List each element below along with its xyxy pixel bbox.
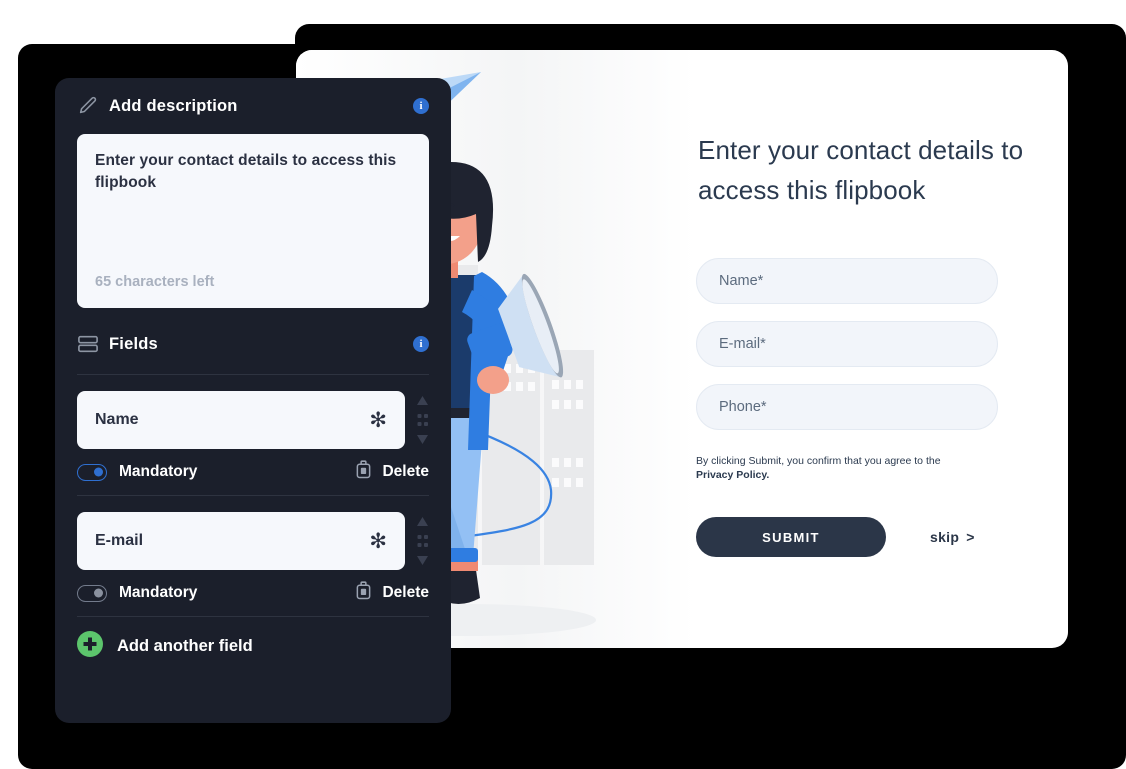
skip-button[interactable]: skip > xyxy=(930,529,975,545)
field-name-value: E-mail xyxy=(95,532,144,549)
privacy-policy-link[interactable]: Privacy Policy. xyxy=(696,469,769,481)
fields-section-header: Fields i xyxy=(77,314,429,374)
description-info-icon[interactable]: i xyxy=(413,98,429,114)
chevron-right-icon: > xyxy=(966,529,975,545)
preview-title: Enter your contact details to access thi… xyxy=(698,135,1024,205)
preview-name-input[interactable]: Name* xyxy=(696,258,998,304)
field-name-value: Name xyxy=(95,411,139,428)
preview-email-input[interactable]: E-mail* xyxy=(696,321,998,367)
toggle-knob xyxy=(94,588,103,598)
field-meta-row: Mandatory Delete xyxy=(77,449,429,495)
field-email-input[interactable]: E-mail ✻ xyxy=(77,512,405,570)
trash-icon xyxy=(355,581,372,605)
drag-handle-icon[interactable] xyxy=(415,394,429,446)
description-value: Enter your contact details to access thi… xyxy=(95,152,397,191)
field-divider xyxy=(77,495,429,496)
delete-field-button[interactable]: Delete xyxy=(355,581,429,605)
drag-handle-icon[interactable] xyxy=(415,515,429,567)
plus-circle-icon xyxy=(77,630,103,662)
character-counter: 65 characters left xyxy=(95,274,215,290)
field-name-input[interactable]: Name ✻ xyxy=(77,391,405,449)
skip-label: skip xyxy=(930,529,960,545)
mandatory-label: Mandatory xyxy=(119,584,198,601)
description-section-title: Add description xyxy=(109,96,238,115)
mandatory-toggle[interactable] xyxy=(77,463,107,481)
required-marker: ✻ xyxy=(369,529,387,553)
preview-form-column: Enter your contact details to access thi… xyxy=(696,50,1068,648)
description-textarea[interactable]: Enter your contact details to access thi… xyxy=(77,134,429,308)
privacy-notice: By clicking Submit, you confirm that you… xyxy=(696,454,964,482)
fields-divider-top xyxy=(77,374,429,375)
fields-info-icon[interactable]: i xyxy=(413,336,429,352)
screenshot-stage: Enter your contact details to access thi… xyxy=(0,0,1126,769)
privacy-notice-text: By clicking Submit, you confirm that you… xyxy=(696,455,941,467)
mandatory-toggle[interactable] xyxy=(77,584,107,602)
required-marker: ✻ xyxy=(369,408,387,432)
trash-icon xyxy=(355,460,372,484)
preview-input-stack: Name* E-mail* Phone* xyxy=(696,258,998,430)
add-another-field-label: Add another field xyxy=(117,636,253,655)
fields-section-title: Fields xyxy=(109,334,158,353)
toggle-knob xyxy=(94,467,103,477)
fields-icon xyxy=(77,334,109,354)
mandatory-label: Mandatory xyxy=(119,463,198,480)
field-row: E-mail ✻ xyxy=(77,512,429,570)
delete-label: Delete xyxy=(382,584,429,601)
field-row: Name ✻ xyxy=(77,391,429,449)
pencil-icon xyxy=(77,95,109,117)
add-another-field-button[interactable]: Add another field xyxy=(77,617,429,675)
field-meta-row: Mandatory Delete xyxy=(77,570,429,616)
description-section-header: Add description i xyxy=(77,78,429,134)
delete-label: Delete xyxy=(382,463,429,480)
submit-button[interactable]: SUBMIT xyxy=(696,517,886,557)
delete-field-button[interactable]: Delete xyxy=(355,460,429,484)
preview-phone-input[interactable]: Phone* xyxy=(696,384,998,430)
preview-cta-row: SUBMIT skip > xyxy=(696,517,1028,557)
editor-panel: Add description i Enter your contact det… xyxy=(55,78,451,723)
